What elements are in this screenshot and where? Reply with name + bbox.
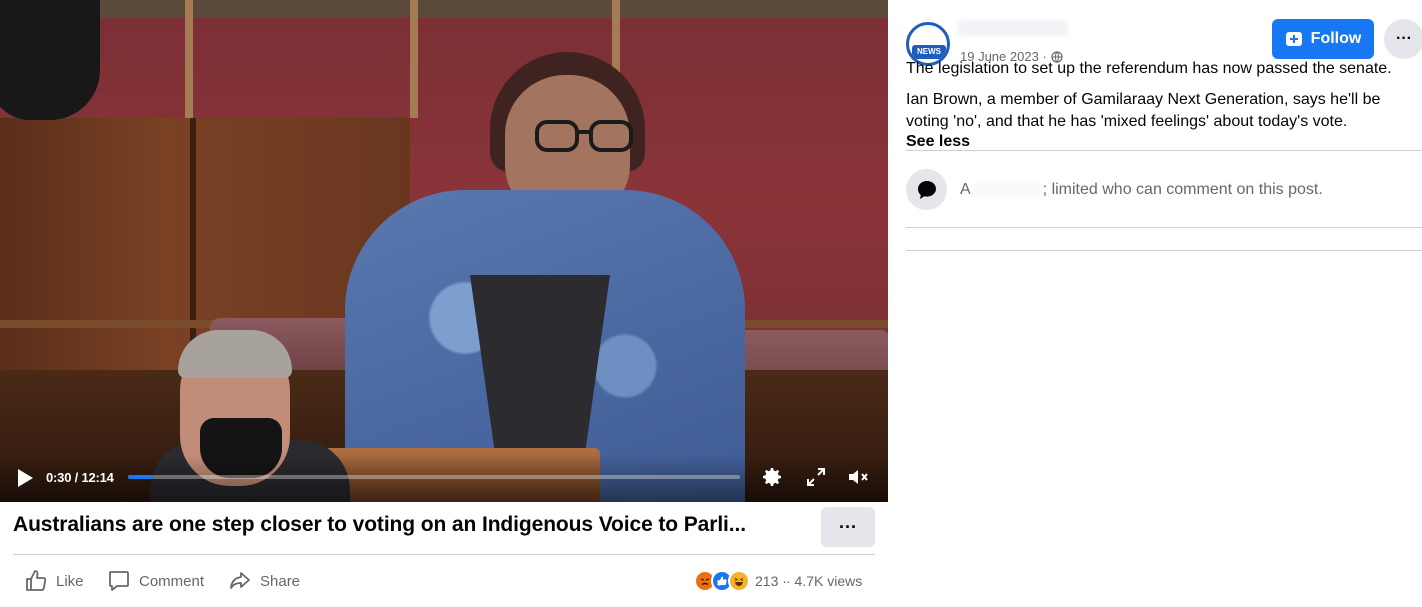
comment-restriction-icon-wrap [906,169,947,210]
page-name-redacted [958,20,1068,36]
share-label: Share [260,572,301,590]
comment-label: Comment [139,572,205,590]
video-time: 0:30 / 12:14 [46,470,114,485]
divider [906,227,1422,228]
comment-icon [109,571,129,591]
divider [906,150,1422,151]
reactions-summary[interactable]: 213 · [694,569,787,593]
like-button[interactable]: Like [24,568,84,594]
see-less-link[interactable]: See less [906,133,970,151]
share-button[interactable]: Share [228,568,300,594]
divider [13,554,875,555]
haha-reaction-icon [728,570,750,592]
video-progress-fill [128,475,154,479]
video-player[interactable]: 0:30 / 12:14 [0,0,888,502]
post-text-paragraph-2-line-1: Ian Brown, a member of Gamilaraay Next G… [906,91,1381,108]
redacted-page-name [970,182,1043,197]
divider [906,250,1422,251]
reaction-count: 213 · [755,573,787,589]
title-more-options-button[interactable]: ··· [821,507,875,547]
comment-button[interactable]: Comment [107,568,204,594]
post-text-paragraph-2-line-2: voting 'no', and that he has 'mixed feel… [906,113,1348,130]
thumbs-up-icon [26,570,47,591]
chamber-ceiling [0,0,888,18]
follow-button[interactable]: Follow [1272,19,1374,59]
video-title[interactable]: Australians are one step closer to votin… [13,513,803,537]
view-count: · 4.7K views [786,573,863,589]
avatar-badge: NEWS [912,45,946,59]
post-text-paragraph-1: The legislation to set up the referendum… [906,60,1392,77]
comment-limit-notice: A ; limited who can comment on this post. [960,181,1323,199]
chamber-pillar [410,0,418,118]
background-figure [0,0,100,120]
comment-limit-prefix: A [960,181,971,198]
play-icon[interactable] [16,468,34,488]
settings-gear-icon[interactable] [760,465,784,489]
fullscreen-icon[interactable] [804,465,828,489]
chamber-pillar [185,0,193,118]
muted-speaker-icon[interactable] [846,465,870,489]
speaker-glasses [535,120,633,152]
more-options-button[interactable]: ··· [1384,19,1422,59]
speech-bubble-icon [917,180,936,199]
share-icon [230,572,250,589]
like-label: Like [56,572,84,590]
comment-limit-text: ; limited who can comment on this post. [1042,181,1323,198]
video-progress-bar[interactable] [128,475,740,479]
follow-plus-icon [1285,32,1302,46]
follow-label: Follow [1310,30,1362,47]
seated-man-hair [178,330,292,378]
